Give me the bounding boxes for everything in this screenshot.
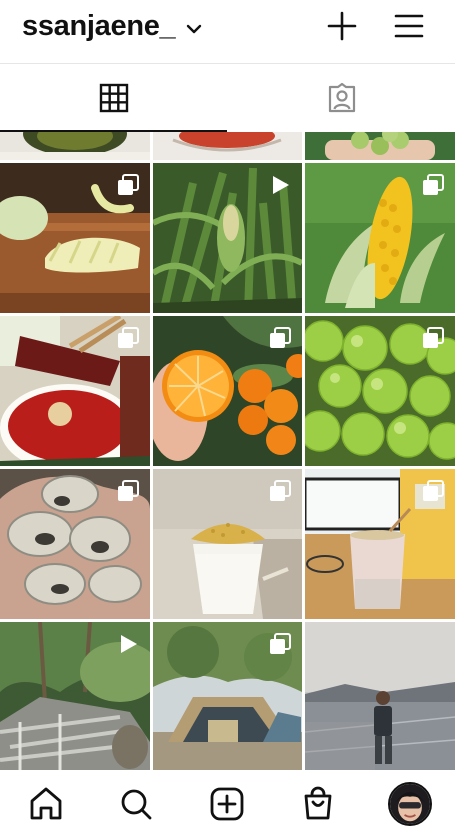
post-melon-slices[interactable] xyxy=(0,163,150,313)
carousel-icon xyxy=(423,174,444,195)
post-corn-field[interactable] xyxy=(153,163,302,313)
post-desk-cup[interactable] xyxy=(305,469,455,619)
video-play-icon xyxy=(121,635,137,653)
account-switcher[interactable]: ssanjaene_ xyxy=(22,10,203,43)
plus-icon xyxy=(327,11,357,41)
carousel-icon xyxy=(423,327,444,348)
tab-tagged[interactable] xyxy=(228,64,455,132)
carousel-icon xyxy=(118,327,139,348)
profile-header: ssanjaene_ xyxy=(0,0,455,64)
profile-tabs xyxy=(0,64,455,132)
post-pickles-bowl[interactable] xyxy=(0,132,150,160)
post-thumbnail xyxy=(305,622,455,770)
profile-avatar-icon xyxy=(390,784,430,824)
post-seaside-person[interactable] xyxy=(305,622,455,770)
post-thumbnail xyxy=(153,132,302,160)
search-icon xyxy=(121,789,152,820)
post-camping-tent[interactable] xyxy=(153,622,302,770)
post-oysters[interactable] xyxy=(0,469,150,619)
post-tangerines[interactable] xyxy=(153,316,302,466)
new-post-button[interactable] xyxy=(324,8,360,44)
post-grapes-hand[interactable] xyxy=(305,132,455,160)
nav-shop[interactable] xyxy=(298,784,338,824)
chevron-down-icon xyxy=(187,24,202,33)
post-chili-dip[interactable] xyxy=(0,316,150,466)
nav-search[interactable] xyxy=(116,784,156,824)
video-play-icon xyxy=(273,176,289,194)
carousel-icon xyxy=(423,480,444,501)
post-green-grapes[interactable] xyxy=(305,316,455,466)
carousel-icon xyxy=(270,480,291,501)
menu-button[interactable] xyxy=(391,8,427,44)
carousel-icon xyxy=(270,327,291,348)
nav-create[interactable] xyxy=(207,784,247,824)
post-tomato-bowl[interactable] xyxy=(153,132,302,160)
carousel-icon xyxy=(270,633,291,654)
post-latte-glass[interactable] xyxy=(153,469,302,619)
bottom-navigation xyxy=(0,770,455,840)
posts-grid xyxy=(0,132,455,770)
tab-posts-grid[interactable] xyxy=(0,64,227,132)
carousel-icon xyxy=(118,480,139,501)
grid-icon xyxy=(99,83,128,113)
home-icon xyxy=(30,787,62,820)
add-post-icon xyxy=(210,787,244,821)
nav-profile[interactable] xyxy=(388,782,432,826)
post-thumbnail xyxy=(305,132,455,160)
carousel-icon xyxy=(118,174,139,195)
username: ssanjaene_ xyxy=(22,10,176,42)
post-yellow-corn[interactable] xyxy=(305,163,455,313)
nav-home[interactable] xyxy=(26,784,66,824)
post-thumbnail xyxy=(0,132,150,160)
post-forest-deck[interactable] xyxy=(0,622,150,770)
tagged-person-icon xyxy=(328,82,355,113)
hamburger-menu-icon xyxy=(394,14,424,38)
shopping-bag-icon xyxy=(304,786,332,820)
